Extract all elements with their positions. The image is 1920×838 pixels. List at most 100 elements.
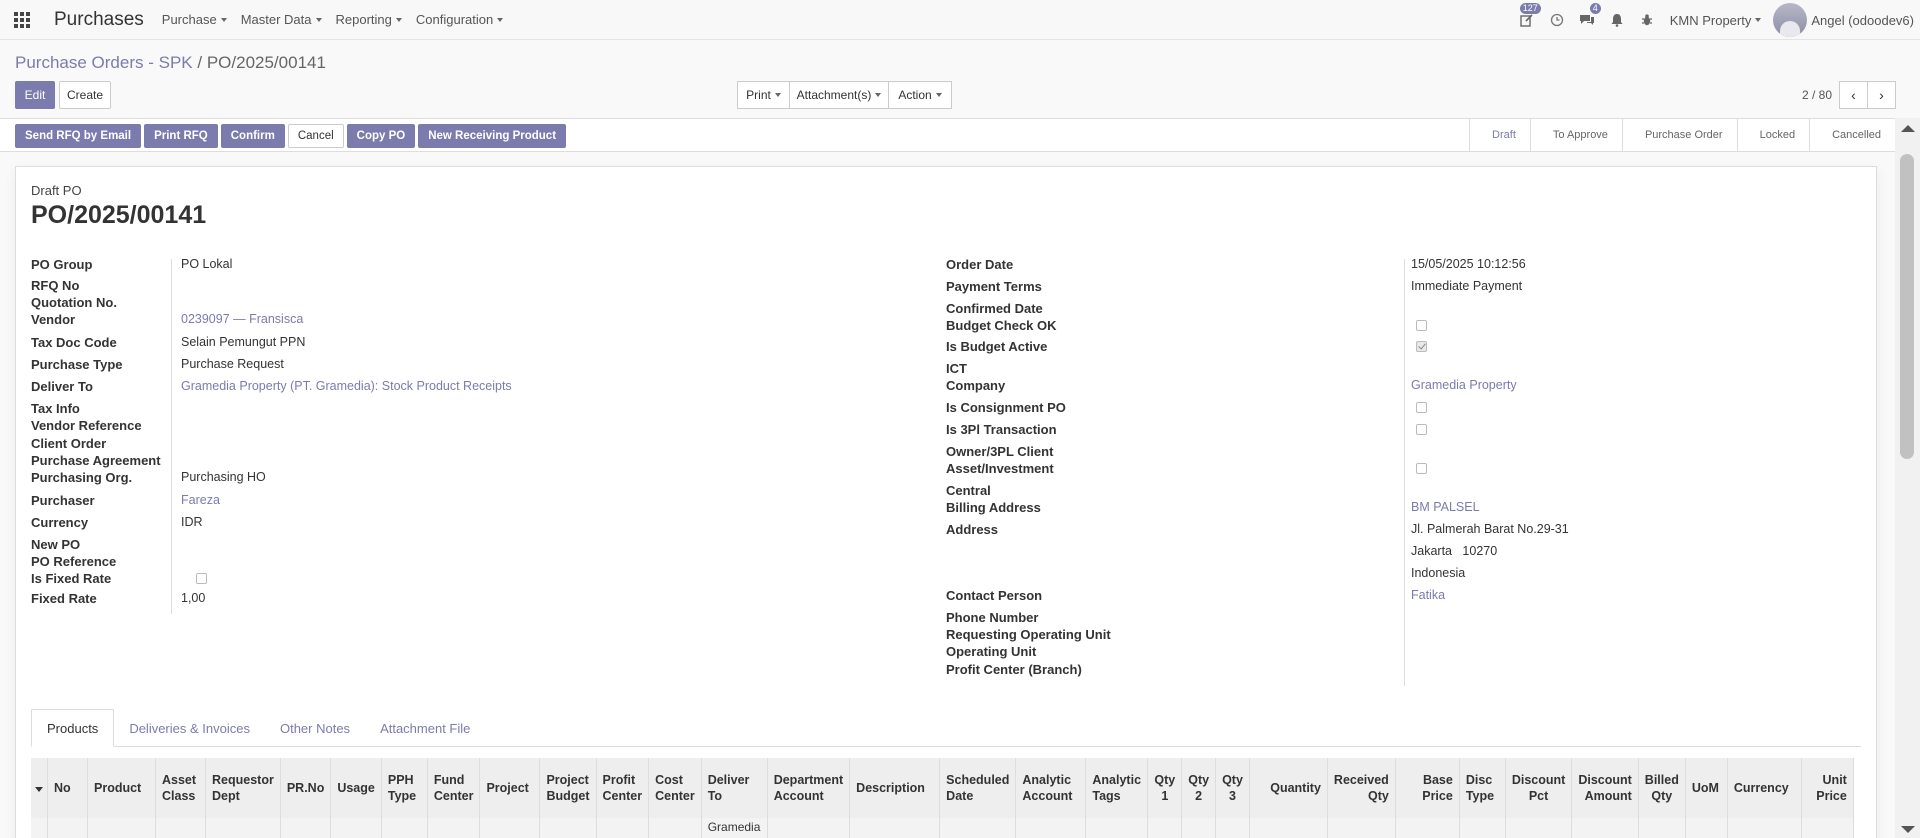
column-header[interactable]: Usage <box>330 758 382 818</box>
edit-button[interactable]: Edit <box>15 81 55 109</box>
table-cell[interactable] <box>47 818 88 838</box>
table-cell[interactable] <box>539 818 597 838</box>
column-header[interactable]: Project Budget <box>539 758 597 818</box>
bell-icon[interactable] <box>1602 0 1632 40</box>
messages-icon[interactable]: 4 <box>1572 0 1602 40</box>
tab-products[interactable]: Products <box>31 709 115 747</box>
table-cell[interactable] <box>1147 818 1183 838</box>
column-header[interactable]: Requestor Dept <box>205 758 281 818</box>
table-cell[interactable] <box>1459 818 1506 838</box>
menu-configuration[interactable]: Configuration <box>416 12 504 27</box>
status-step-cancelled[interactable]: Cancelled <box>1809 119 1895 151</box>
table-cell[interactable] <box>648 818 702 838</box>
table-cell[interactable] <box>1015 818 1087 838</box>
budget-check-ok-checkbox[interactable] <box>1416 320 1427 331</box>
table-cell[interactable] <box>1571 818 1639 838</box>
company-switcher[interactable]: KMN Property <box>1670 13 1762 28</box>
table-cell[interactable] <box>155 818 206 838</box>
column-header[interactable]: Discount Amount <box>1571 758 1639 818</box>
column-header[interactable]: Disc Type <box>1459 758 1506 818</box>
purchaser-link[interactable]: Fareza <box>181 493 220 507</box>
column-header[interactable]: Cost Center <box>648 758 702 818</box>
column-header[interactable]: Unit Price <box>1801 758 1854 818</box>
activity-edit-icon[interactable]: 127 <box>1512 0 1542 40</box>
breadcrumb-parent[interactable]: Purchase Orders - SPK <box>15 53 193 72</box>
table-cell[interactable] <box>1685 818 1728 838</box>
action-dropdown[interactable]: Action <box>888 81 952 109</box>
table-cell[interactable]: Gramedia <box>701 818 768 838</box>
column-header[interactable]: Discount Pct <box>1505 758 1573 818</box>
column-header[interactable]: Billed Qty <box>1638 758 1686 818</box>
scroll-up-arrow-icon[interactable] <box>1901 125 1915 132</box>
table-cell[interactable] <box>1327 818 1396 838</box>
pager-next-button[interactable]: › <box>1867 81 1896 109</box>
column-header[interactable]: PR.No <box>280 758 332 818</box>
app-title[interactable]: Purchases <box>54 9 144 31</box>
table-cell[interactable] <box>280 818 332 838</box>
asset-investment-checkbox[interactable] <box>1416 463 1427 474</box>
vendor-link[interactable]: 0239097 — Fransisca <box>181 312 303 326</box>
deliver-to-link[interactable]: Gramedia Property (PT. Gramedia): Stock … <box>181 379 512 393</box>
scrollbar-thumb[interactable] <box>1900 154 1914 459</box>
payment-terms-value[interactable]: Immediate Payment <box>1411 279 1522 293</box>
table-cell[interactable] <box>1085 818 1149 838</box>
print-rfq-button[interactable]: Print RFQ <box>144 124 218 148</box>
column-header[interactable]: Received Qty <box>1327 758 1396 818</box>
contact-person-link[interactable]: Fatika <box>1411 588 1445 602</box>
table-cell[interactable] <box>427 818 481 838</box>
is-fixed-rate-checkbox[interactable] <box>196 573 207 584</box>
column-header[interactable]: Qty 2 <box>1181 758 1217 818</box>
attachments-dropdown[interactable]: Attachment(s) <box>789 81 889 109</box>
table-cell[interactable] <box>849 818 941 838</box>
sort-toggle-header[interactable] <box>31 758 48 818</box>
menu-master-data[interactable]: Master Data <box>241 12 322 27</box>
table-cell[interactable] <box>205 818 281 838</box>
fixed-rate-value[interactable]: 1,00 <box>181 591 205 605</box>
tab-other-notes[interactable]: Other Notes <box>265 709 365 747</box>
create-button[interactable]: Create <box>59 81 111 109</box>
table-cell[interactable] <box>1638 818 1686 838</box>
column-header[interactable]: UoM <box>1685 758 1728 818</box>
table-row[interactable]: Gramedia <box>31 818 1854 838</box>
column-header[interactable]: Product <box>87 758 156 818</box>
copy-po-button[interactable]: Copy PO <box>346 124 416 148</box>
table-cell[interactable] <box>1181 818 1217 838</box>
status-step-to-approve[interactable]: To Approve <box>1529 119 1622 151</box>
avatar[interactable] <box>1773 3 1808 37</box>
column-header[interactable]: No <box>47 758 88 818</box>
column-header[interactable]: Description <box>849 758 941 818</box>
is-budget-active-checkbox[interactable] <box>1416 341 1427 352</box>
column-header[interactable]: Fund Center <box>427 758 481 818</box>
column-header[interactable]: Project <box>479 758 541 818</box>
table-cell[interactable] <box>1249 818 1328 838</box>
column-header[interactable]: Analytic Account <box>1015 758 1087 818</box>
table-cell[interactable] <box>1215 818 1250 838</box>
confirm-button[interactable]: Confirm <box>220 124 285 148</box>
is-3pl-transaction-checkbox[interactable] <box>1416 424 1427 435</box>
is-consignment-po-checkbox[interactable] <box>1416 402 1427 413</box>
column-header[interactable]: Deliver To <box>701 758 768 818</box>
new-receiving-product-button[interactable]: New Receiving Product <box>418 124 567 148</box>
table-cell[interactable] <box>381 818 428 838</box>
apps-menu-icon[interactable] <box>0 0 44 40</box>
tab-deliveries-invoices[interactable]: Deliveries & Invoices <box>114 709 265 747</box>
clock-icon[interactable] <box>1542 0 1572 40</box>
table-cell[interactable] <box>87 818 156 838</box>
billing-address-link[interactable]: BM PALSEL <box>1411 500 1480 514</box>
pager-previous-button[interactable]: ‹ <box>1839 81 1868 109</box>
column-header[interactable]: Scheduled Date <box>939 758 1017 818</box>
cancel-button[interactable]: Cancel <box>287 124 344 148</box>
column-header[interactable]: Qty 3 <box>1215 758 1250 818</box>
pager-value[interactable]: 2 / 80 <box>1802 88 1832 102</box>
table-cell[interactable] <box>1505 818 1573 838</box>
table-cell[interactable] <box>939 818 1017 838</box>
send-rfq-email-button[interactable]: Send RFQ by Email <box>15 124 142 148</box>
tax-doc-code-value[interactable]: Selain Pemungut PPN <box>181 335 305 349</box>
purchasing-org-value[interactable]: Purchasing HO <box>181 470 266 484</box>
bug-icon[interactable] <box>1632 0 1662 40</box>
column-header[interactable]: Currency <box>1727 758 1802 818</box>
table-cell[interactable] <box>479 818 541 838</box>
menu-reporting[interactable]: Reporting <box>336 12 402 27</box>
column-header[interactable]: Quantity <box>1249 758 1328 818</box>
table-cell[interactable] <box>767 818 851 838</box>
